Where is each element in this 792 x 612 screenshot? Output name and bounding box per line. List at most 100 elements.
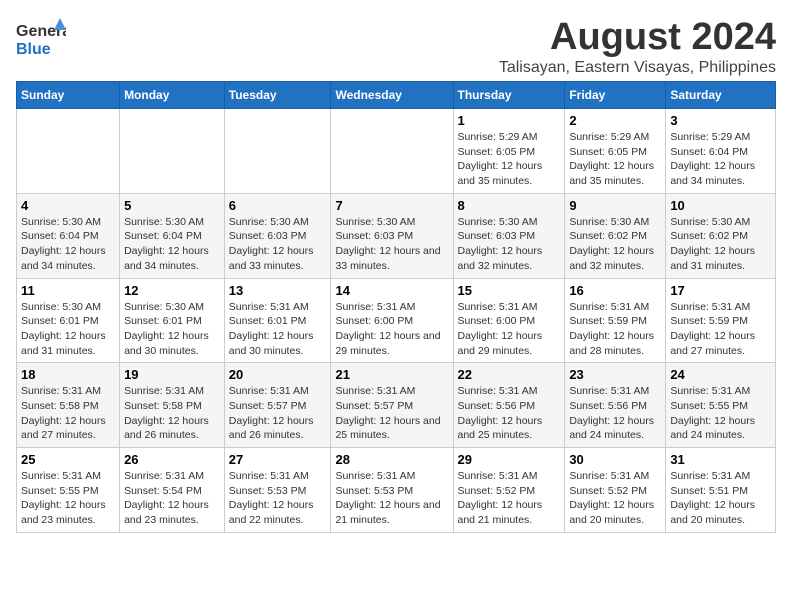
day-info: Sunrise: 5:29 AM Sunset: 6:05 PM Dayligh… bbox=[569, 130, 661, 189]
day-info: Sunrise: 5:30 AM Sunset: 6:03 PM Dayligh… bbox=[335, 215, 448, 274]
calendar-cell: 13 Sunrise: 5:31 AM Sunset: 6:01 PM Dayli… bbox=[224, 278, 331, 363]
title-block: August 2024 Talisayan, Eastern Visayas, … bbox=[499, 16, 776, 77]
page-title: August 2024 bbox=[499, 16, 776, 59]
day-info: Sunrise: 5:31 AM Sunset: 5:58 PM Dayligh… bbox=[124, 384, 220, 443]
calendar-cell: 28 Sunrise: 5:31 AM Sunset: 5:53 PM Dayli… bbox=[331, 448, 453, 533]
day-number: 7 bbox=[335, 198, 448, 213]
day-info: Sunrise: 5:31 AM Sunset: 5:57 PM Dayligh… bbox=[335, 384, 448, 443]
calendar-cell bbox=[17, 109, 120, 194]
calendar-cell: 29 Sunrise: 5:31 AM Sunset: 5:52 PM Dayli… bbox=[453, 448, 565, 533]
day-info: Sunrise: 5:30 AM Sunset: 6:01 PM Dayligh… bbox=[124, 300, 220, 359]
calendar-cell: 21 Sunrise: 5:31 AM Sunset: 5:57 PM Dayli… bbox=[331, 363, 453, 448]
calendar-cell: 9 Sunrise: 5:30 AM Sunset: 6:02 PM Daylig… bbox=[565, 193, 666, 278]
day-info: Sunrise: 5:30 AM Sunset: 6:02 PM Dayligh… bbox=[670, 215, 771, 274]
day-info: Sunrise: 5:31 AM Sunset: 5:55 PM Dayligh… bbox=[21, 469, 115, 528]
day-number: 25 bbox=[21, 452, 115, 467]
day-info: Sunrise: 5:31 AM Sunset: 5:56 PM Dayligh… bbox=[569, 384, 661, 443]
calendar-cell: 17 Sunrise: 5:31 AM Sunset: 5:59 PM Dayli… bbox=[666, 278, 776, 363]
day-number: 18 bbox=[21, 367, 115, 382]
day-number: 3 bbox=[670, 113, 771, 128]
calendar-cell: 1Sunrise: 5:29 AM Sunset: 6:05 PM Daylig… bbox=[453, 109, 565, 194]
calendar-cell: 26Sunrise: 5:31 AM Sunset: 5:54 PM Dayli… bbox=[120, 448, 225, 533]
calendar-week-row: 18 Sunrise: 5:31 AM Sunset: 5:58 PM Dayli… bbox=[17, 363, 776, 448]
day-number: 6 bbox=[229, 198, 327, 213]
calendar-cell bbox=[331, 109, 453, 194]
day-number: 17 bbox=[670, 283, 771, 298]
day-number: 9 bbox=[569, 198, 661, 213]
day-number: 30 bbox=[569, 452, 661, 467]
day-info: Sunrise: 5:30 AM Sunset: 6:04 PM Dayligh… bbox=[21, 215, 115, 274]
calendar-cell: 8 Sunrise: 5:30 AM Sunset: 6:03 PM Daylig… bbox=[453, 193, 565, 278]
logo: General Blue bbox=[16, 16, 66, 58]
calendar-header-cell: Sunday bbox=[17, 82, 120, 109]
day-info: Sunrise: 5:30 AM Sunset: 6:02 PM Dayligh… bbox=[569, 215, 661, 274]
calendar-cell: 15 Sunrise: 5:31 AM Sunset: 6:00 PM Dayli… bbox=[453, 278, 565, 363]
calendar-cell: 7 Sunrise: 5:30 AM Sunset: 6:03 PM Daylig… bbox=[331, 193, 453, 278]
logo-icon: General Blue bbox=[16, 16, 66, 58]
day-number: 21 bbox=[335, 367, 448, 382]
day-number: 31 bbox=[670, 452, 771, 467]
day-info: Sunrise: 5:31 AM Sunset: 5:59 PM Dayligh… bbox=[670, 300, 771, 359]
calendar-header-cell: Saturday bbox=[666, 82, 776, 109]
calendar-header-row: SundayMondayTuesdayWednesdayThursdayFrid… bbox=[17, 82, 776, 109]
calendar-cell bbox=[224, 109, 331, 194]
day-number: 12 bbox=[124, 283, 220, 298]
calendar-header-cell: Wednesday bbox=[331, 82, 453, 109]
calendar-cell: 23Sunrise: 5:31 AM Sunset: 5:56 PM Dayli… bbox=[565, 363, 666, 448]
day-number: 29 bbox=[458, 452, 561, 467]
svg-text:Blue: Blue bbox=[16, 41, 51, 58]
day-info: Sunrise: 5:31 AM Sunset: 5:55 PM Dayligh… bbox=[670, 384, 771, 443]
day-number: 13 bbox=[229, 283, 327, 298]
day-info: Sunrise: 5:29 AM Sunset: 6:04 PM Dayligh… bbox=[670, 130, 771, 189]
day-info: Sunrise: 5:30 AM Sunset: 6:03 PM Dayligh… bbox=[229, 215, 327, 274]
day-number: 26 bbox=[124, 452, 220, 467]
day-info: Sunrise: 5:31 AM Sunset: 5:52 PM Dayligh… bbox=[458, 469, 561, 528]
calendar-cell: 22 Sunrise: 5:31 AM Sunset: 5:56 PM Dayli… bbox=[453, 363, 565, 448]
day-info: Sunrise: 5:31 AM Sunset: 5:52 PM Dayligh… bbox=[569, 469, 661, 528]
day-info: Sunrise: 5:31 AM Sunset: 5:53 PM Dayligh… bbox=[229, 469, 327, 528]
day-number: 20 bbox=[229, 367, 327, 382]
calendar-cell: 20Sunrise: 5:31 AM Sunset: 5:57 PM Dayli… bbox=[224, 363, 331, 448]
calendar-cell: 25 Sunrise: 5:31 AM Sunset: 5:55 PM Dayli… bbox=[17, 448, 120, 533]
day-info: Sunrise: 5:30 AM Sunset: 6:03 PM Dayligh… bbox=[458, 215, 561, 274]
day-number: 27 bbox=[229, 452, 327, 467]
day-info: Sunrise: 5:30 AM Sunset: 6:01 PM Dayligh… bbox=[21, 300, 115, 359]
day-number: 24 bbox=[670, 367, 771, 382]
calendar-header-cell: Monday bbox=[120, 82, 225, 109]
calendar-cell: 3 Sunrise: 5:29 AM Sunset: 6:04 PM Daylig… bbox=[666, 109, 776, 194]
calendar-week-row: 4 Sunrise: 5:30 AM Sunset: 6:04 PM Daylig… bbox=[17, 193, 776, 278]
day-number: 22 bbox=[458, 367, 561, 382]
calendar-cell: 24 Sunrise: 5:31 AM Sunset: 5:55 PM Dayli… bbox=[666, 363, 776, 448]
calendar-header-cell: Thursday bbox=[453, 82, 565, 109]
calendar-header-cell: Friday bbox=[565, 82, 666, 109]
calendar-cell: 12 Sunrise: 5:30 AM Sunset: 6:01 PM Dayli… bbox=[120, 278, 225, 363]
day-number: 8 bbox=[458, 198, 561, 213]
calendar-body: 1Sunrise: 5:29 AM Sunset: 6:05 PM Daylig… bbox=[17, 109, 776, 533]
day-info: Sunrise: 5:31 AM Sunset: 6:00 PM Dayligh… bbox=[335, 300, 448, 359]
calendar-cell: 6 Sunrise: 5:30 AM Sunset: 6:03 PM Daylig… bbox=[224, 193, 331, 278]
calendar-week-row: 25 Sunrise: 5:31 AM Sunset: 5:55 PM Dayli… bbox=[17, 448, 776, 533]
day-info: Sunrise: 5:31 AM Sunset: 5:58 PM Dayligh… bbox=[21, 384, 115, 443]
day-info: Sunrise: 5:31 AM Sunset: 5:56 PM Dayligh… bbox=[458, 384, 561, 443]
day-number: 15 bbox=[458, 283, 561, 298]
calendar-cell: 16Sunrise: 5:31 AM Sunset: 5:59 PM Dayli… bbox=[565, 278, 666, 363]
day-info: Sunrise: 5:31 AM Sunset: 5:51 PM Dayligh… bbox=[670, 469, 771, 528]
day-number: 28 bbox=[335, 452, 448, 467]
day-number: 19 bbox=[124, 367, 220, 382]
calendar-cell: 30 Sunrise: 5:31 AM Sunset: 5:52 PM Dayli… bbox=[565, 448, 666, 533]
day-info: Sunrise: 5:30 AM Sunset: 6:04 PM Dayligh… bbox=[124, 215, 220, 274]
day-number: 14 bbox=[335, 283, 448, 298]
day-info: Sunrise: 5:29 AM Sunset: 6:05 PM Dayligh… bbox=[458, 130, 561, 189]
day-info: Sunrise: 5:31 AM Sunset: 5:59 PM Dayligh… bbox=[569, 300, 661, 359]
day-number: 4 bbox=[21, 198, 115, 213]
day-info: Sunrise: 5:31 AM Sunset: 6:00 PM Dayligh… bbox=[458, 300, 561, 359]
calendar-cell: 4 Sunrise: 5:30 AM Sunset: 6:04 PM Daylig… bbox=[17, 193, 120, 278]
day-number: 2 bbox=[569, 113, 661, 128]
calendar-week-row: 1Sunrise: 5:29 AM Sunset: 6:05 PM Daylig… bbox=[17, 109, 776, 194]
calendar-header-cell: Tuesday bbox=[224, 82, 331, 109]
calendar-cell: 18 Sunrise: 5:31 AM Sunset: 5:58 PM Dayli… bbox=[17, 363, 120, 448]
day-info: Sunrise: 5:31 AM Sunset: 6:01 PM Dayligh… bbox=[229, 300, 327, 359]
calendar-cell: 14 Sunrise: 5:31 AM Sunset: 6:00 PM Dayli… bbox=[331, 278, 453, 363]
day-number: 11 bbox=[21, 283, 115, 298]
day-info: Sunrise: 5:31 AM Sunset: 5:53 PM Dayligh… bbox=[335, 469, 448, 528]
